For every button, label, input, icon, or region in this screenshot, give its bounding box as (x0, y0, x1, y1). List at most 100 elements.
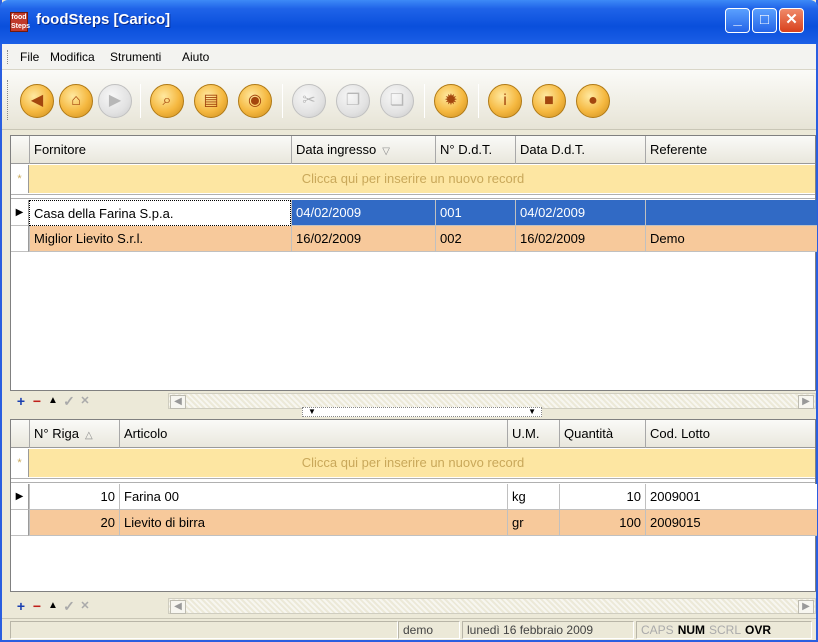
cell-referente[interactable]: Demo (645, 226, 817, 252)
carico-grid[interactable]: Fornitore Data ingresso ▽ N° D.d.T. Data … (10, 135, 817, 391)
add-record-button[interactable]: + (14, 598, 28, 614)
cell-fornitore[interactable]: Miglior Lievito S.r.l. (29, 226, 291, 252)
cell-data-ingresso[interactable]: 04/02/2009 (291, 200, 435, 226)
status-date: lunedì 16 febbraio 2009 (462, 621, 634, 639)
users-icon[interactable]: ● (576, 84, 610, 118)
column-data-ingresso[interactable]: Data ingresso ▽ (291, 136, 435, 164)
delete-record-button[interactable]: − (30, 393, 44, 409)
cancel-button[interactable]: ✕ (78, 393, 92, 409)
column-label: Data ingresso (296, 142, 377, 157)
menu-modifica[interactable]: Modifica (50, 50, 95, 64)
delete-record-button[interactable]: − (30, 598, 44, 614)
menu-bar: File Modifica Strumenti Aiuto (2, 44, 816, 70)
scroll-left-button[interactable]: ◀ (170, 600, 186, 614)
title-bar[interactable]: food Steps foodSteps [Carico] _ □ ✕ (0, 0, 818, 44)
add-record-button[interactable]: + (14, 393, 28, 409)
row-indicator (11, 226, 29, 252)
horizontal-scrollbar[interactable]: ◀ ▶ (168, 598, 816, 614)
move-up-button[interactable]: ▲ (46, 393, 60, 409)
info-icon[interactable]: i (488, 84, 522, 118)
cell-fornitore[interactable]: Casa della Farina S.p.a. (29, 200, 291, 226)
move-up-button[interactable]: ▲ (46, 598, 60, 614)
minimize-button[interactable]: _ (725, 8, 750, 33)
sort-desc-icon: ▽ (382, 146, 390, 157)
home-glyph: ⌂ (71, 92, 81, 109)
maximize-button[interactable]: □ (752, 8, 777, 33)
cell-nddt[interactable]: 002 (435, 226, 515, 252)
column-referente[interactable]: Referente (645, 136, 815, 164)
column-articolo[interactable]: Articolo (119, 420, 507, 448)
cell-articolo[interactable]: Lievito di birra (119, 510, 507, 536)
scroll-left-button[interactable]: ◀ (170, 395, 186, 409)
column-fornitore[interactable]: Fornitore (29, 136, 291, 164)
column-data-ddt[interactable]: Data D.d.T. (515, 136, 645, 164)
cell-quantita[interactable]: 100 (559, 510, 645, 536)
cell-cod-lotto[interactable]: 2009015 (645, 510, 817, 536)
menu-aiuto[interactable]: Aiuto (182, 50, 209, 64)
menu-file[interactable]: File (20, 50, 39, 64)
back-arrow-icon[interactable]: ◀ (20, 84, 54, 118)
cell-n-riga[interactable]: 20 (29, 510, 119, 536)
settings-gear-icon[interactable]: ✹ (434, 84, 468, 118)
row-pointer-icon: ▶ (11, 484, 29, 510)
scroll-right-button[interactable]: ▶ (798, 600, 814, 614)
toolbar-separator (478, 84, 479, 118)
menu-strumenti[interactable]: Strumenti (110, 50, 161, 64)
cell-um[interactable]: kg (507, 484, 559, 510)
print-preview-icon[interactable]: ◉ (238, 84, 272, 118)
table-row[interactable]: 20 Lievito di birra gr 100 2009015 (11, 510, 817, 536)
search-glyph: ⌕ (162, 92, 172, 109)
column-label: Cod. Lotto (650, 426, 710, 441)
righe-grid[interactable]: N° Riga △ Articolo U.M. Quantità Cod. Lot… (10, 419, 817, 592)
close-button[interactable]: ✕ (779, 8, 804, 33)
cancel-button[interactable]: ✕ (78, 598, 92, 614)
cut-icon[interactable]: ✂ (292, 84, 326, 118)
print-icon[interactable]: ▤ (194, 84, 228, 118)
cell-n-riga[interactable]: 10 (29, 484, 119, 510)
column-quantita[interactable]: Quantità (559, 420, 645, 448)
grid-splitter[interactable]: ▼ ▼ (302, 407, 542, 417)
column-label: Quantità (564, 426, 614, 441)
num-indicator: NUM (677, 623, 706, 637)
cell-data-ingresso[interactable]: 16/02/2009 (291, 226, 435, 252)
new-record-row[interactable]: * Clicca qui per inserire un nuovo recor… (11, 449, 815, 477)
scroll-right-button[interactable]: ▶ (798, 395, 814, 409)
search-icon[interactable]: ⌕ (150, 84, 184, 118)
toolbar-separator (140, 84, 141, 118)
row-indicator (11, 510, 29, 536)
home-icon[interactable]: ⌂ (59, 84, 93, 118)
box-glyph: ■ (544, 92, 554, 109)
paste-icon[interactable]: ❏ (380, 84, 414, 118)
column-n-riga[interactable]: N° Riga △ (29, 420, 119, 448)
cell-data-ddt[interactable]: 04/02/2009 (515, 200, 645, 226)
new-record-row[interactable]: * Clicca qui per inserire un nuovo recor… (11, 165, 815, 193)
app-icon[interactable]: food Steps (10, 12, 30, 32)
column-nddt[interactable]: N° D.d.T. (435, 136, 515, 164)
column-label: N° D.d.T. (440, 142, 493, 157)
column-cod-lotto[interactable]: Cod. Lotto (645, 420, 815, 448)
row-separator (11, 194, 815, 199)
cell-referente[interactable] (645, 200, 817, 226)
cell-data-ddt[interactable]: 16/02/2009 (515, 226, 645, 252)
users-glyph: ● (588, 92, 598, 109)
copy-icon[interactable]: ❐ (336, 84, 370, 118)
table-row[interactable]: ▶ Casa della Farina S.p.a. 04/02/2009 00… (11, 200, 817, 226)
status-bar: demo lunedì 16 febbraio 2009 CAPS NUM SCRL… (2, 618, 816, 640)
cell-cod-lotto[interactable]: 2009001 (645, 484, 817, 510)
cell-nddt[interactable]: 001 (435, 200, 515, 226)
confirm-button[interactable]: ✓ (62, 598, 76, 614)
gear-glyph: ✹ (444, 92, 458, 109)
table-row[interactable]: ▶ 10 Farina 00 kg 10 2009001 (11, 484, 817, 510)
column-label: Articolo (124, 426, 168, 441)
toolbar-grip[interactable] (7, 80, 10, 120)
box-icon[interactable]: ■ (532, 84, 566, 118)
cell-um[interactable]: gr (507, 510, 559, 536)
cell-articolo[interactable]: Farina 00 (119, 484, 507, 510)
back-glyph: ◀ (30, 92, 44, 109)
cell-quantita[interactable]: 10 (559, 484, 645, 510)
forward-arrow-icon[interactable]: ▶ (98, 84, 132, 118)
column-um[interactable]: U.M. (507, 420, 559, 448)
table-row[interactable]: Miglior Lievito S.r.l. 16/02/2009 002 16… (11, 226, 817, 252)
confirm-button[interactable]: ✓ (62, 393, 76, 409)
menu-grip[interactable] (7, 50, 10, 64)
